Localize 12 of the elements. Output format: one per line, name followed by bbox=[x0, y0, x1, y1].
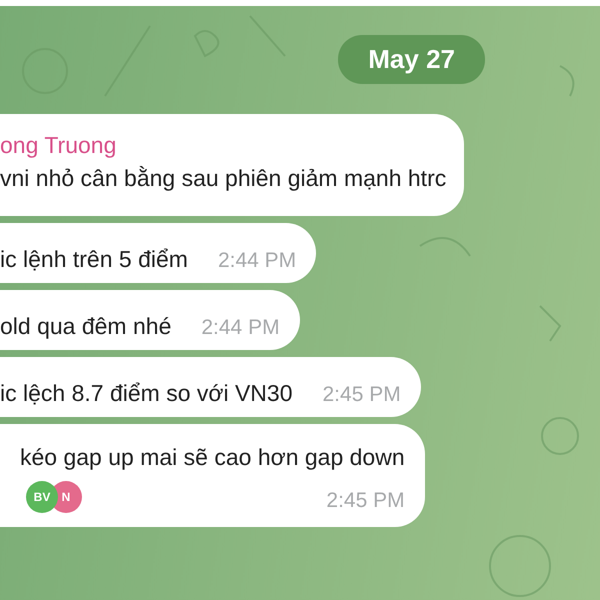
message-time: 2:45 PM bbox=[322, 383, 401, 407]
message-time: 2:44 PM bbox=[218, 249, 296, 273]
message-text: ic lệch 8.7 điểm so với VN30 bbox=[0, 380, 292, 407]
message-text: old qua đêm nhé bbox=[0, 313, 172, 340]
message-text: vni nhỏ cân bằng sau phiên giảm mạnh htrc bbox=[0, 165, 446, 192]
message-time: 2:44 PM bbox=[201, 316, 280, 340]
sender-name: ong Truong bbox=[0, 132, 118, 159]
reaction-avatar[interactable]: BV bbox=[26, 481, 58, 513]
message-time: 2:45 PM bbox=[326, 489, 405, 513]
message-text: ic lệnh trên 5 điểm bbox=[0, 246, 188, 273]
date-badge: May 27 bbox=[338, 35, 485, 84]
message-text: kéo gap up mai sẽ cao hơn gap down bbox=[20, 444, 405, 471]
